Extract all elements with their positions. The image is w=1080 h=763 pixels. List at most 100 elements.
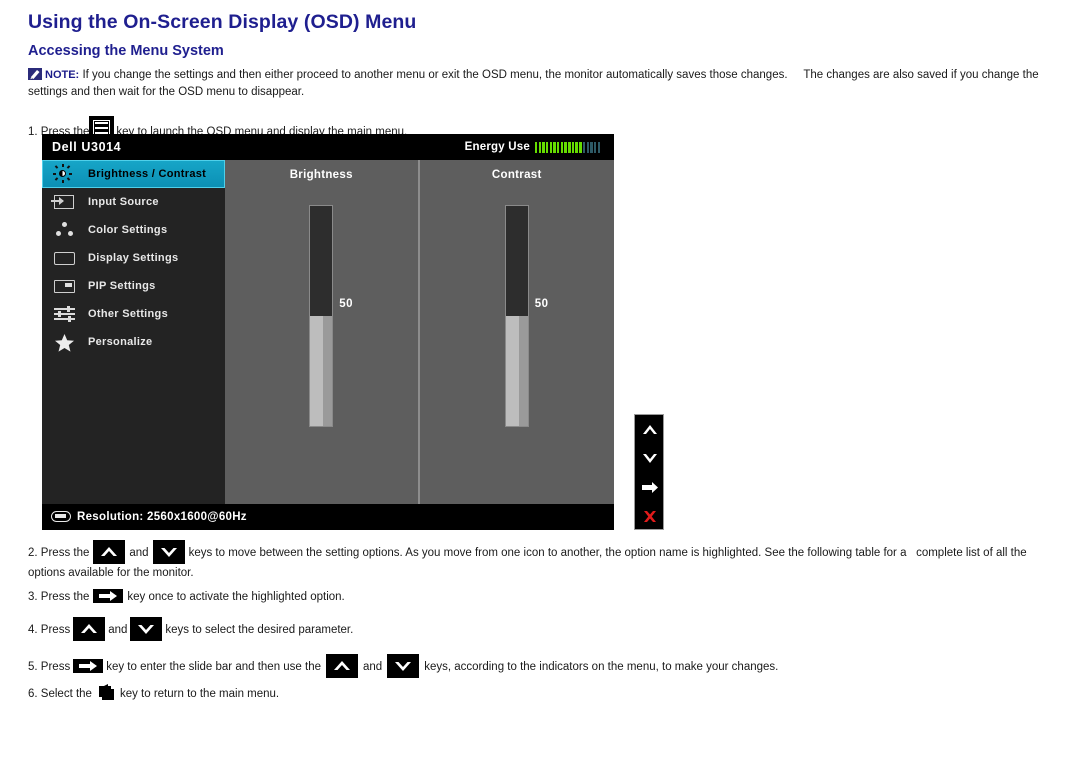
right-arrow-key-icon: [93, 589, 124, 603]
brightness-pane[interactable]: Brightness 50: [225, 160, 420, 504]
step-2-number: 2.: [28, 547, 38, 559]
up-arrow-icon[interactable]: [635, 415, 663, 444]
contrast-slider-fill: [505, 316, 528, 426]
contrast-slider[interactable]: 50: [504, 205, 548, 427]
step-4-before: Press: [40, 624, 71, 636]
down-arrow-key-icon: [152, 540, 185, 564]
step-5-before: Press: [40, 661, 71, 673]
energy-bar-lit: [568, 141, 571, 153]
step-6-number: 6.: [28, 688, 38, 700]
step-2: 2. Press the and keys to move between the …: [28, 540, 1027, 581]
step-2-after2: complete list of all the: [916, 547, 1027, 559]
energy-bar-unlit: [597, 141, 600, 153]
pip-settings-icon: [54, 280, 75, 293]
page-title: Using the On-Screen Display (OSD) Menu: [28, 11, 417, 33]
osd-title-bar: Dell U3014 Energy Use: [42, 134, 614, 160]
up-arrow-key-icon: [93, 540, 126, 564]
osd-footer: Resolution: 2560x1600@60Hz: [42, 504, 614, 530]
right-arrow-key-icon: [73, 659, 104, 673]
step-3-after: key once to activate the highlighted opt…: [127, 591, 345, 603]
energy-bar-lit: [575, 141, 578, 153]
color-settings-icon: [55, 222, 75, 238]
step-3: 3. Press the key once to activate the hig…: [28, 589, 345, 605]
up-arrow-key-icon: [73, 617, 106, 641]
brightness-slider[interactable]: 50: [309, 205, 353, 427]
osd-menu-item-label: Color Settings: [88, 224, 168, 236]
osd-menu-item-icon: [42, 188, 88, 216]
energy-bar-lit: [579, 141, 582, 153]
osd-menu-item-label: Other Settings: [88, 308, 168, 320]
osd-menu-panel[interactable]: Dell U3014 Energy Use Brightness / Contr…: [42, 134, 614, 530]
osd-menu-item-label: Personalize: [88, 336, 153, 348]
osd-content-area: Brightness 50 Contrast 50: [225, 160, 614, 504]
up-arrow-key-icon: [326, 654, 359, 678]
step-5-mid1: key to enter the slide bar and then use …: [106, 661, 322, 673]
energy-bar-lit: [549, 141, 553, 153]
osd-model-label: Dell U3014: [52, 140, 122, 154]
note-text-1: If you change the settings and then eith…: [82, 69, 788, 81]
note-pencil-icon: [28, 68, 42, 80]
brightness-title: Brightness: [289, 169, 353, 181]
right-arrow-icon[interactable]: [635, 473, 663, 502]
down-arrow-icon[interactable]: [635, 444, 663, 473]
energy-bar-lit: [557, 141, 560, 153]
step-4-mid: and: [108, 624, 128, 636]
osd-menu-item-other-settings[interactable]: Other Settings: [42, 300, 225, 328]
osd-sidebar[interactable]: Brightness / Contrast Input Source Color S…: [42, 160, 225, 504]
osd-menu-item-input-source[interactable]: Input Source: [42, 188, 225, 216]
energy-use-label: Energy Use: [464, 141, 530, 153]
energy-bar-lit: [545, 141, 549, 153]
energy-bar-lit: [534, 141, 538, 153]
osd-nav-key-column[interactable]: [634, 414, 664, 530]
energy-bar-unlit: [593, 141, 597, 153]
energy-bar-lit: [560, 141, 564, 153]
osd-menu-item-label: Input Source: [88, 196, 159, 208]
osd-menu-item-color-settings[interactable]: Color Settings: [42, 216, 225, 244]
osd-menu-item-label: Display Settings: [88, 252, 179, 264]
step-2-mid: and: [129, 547, 149, 559]
osd-menu-item-brightness-contrast[interactable]: Brightness / Contrast: [42, 160, 225, 188]
osd-menu-item-label: Brightness / Contrast: [88, 168, 207, 180]
energy-use-bars: [534, 141, 600, 153]
osd-body: Brightness / Contrast Input Source Color S…: [42, 160, 614, 504]
brightness-contrast-icon: [53, 164, 72, 183]
osd-menu-item-icon: [42, 160, 88, 188]
step-6: 6. Select the key to return to the main m…: [28, 683, 279, 703]
step-6-after: key to return to the main menu.: [119, 688, 280, 700]
osd-menu-item-icon: [42, 244, 88, 272]
energy-bar-lit: [538, 141, 541, 153]
energy-use-indicator: Energy Use: [465, 134, 600, 160]
note-text-line2: settings and then wait for the OSD menu …: [28, 86, 305, 98]
close-x-icon[interactable]: [635, 502, 663, 531]
osd-menu-item-icon: [42, 328, 88, 356]
step-3-number: 3.: [28, 591, 38, 603]
back-key-icon: [95, 683, 117, 703]
display-settings-icon: [54, 252, 75, 265]
brightness-value: 50: [339, 298, 354, 310]
contrast-pane[interactable]: Contrast 50: [420, 160, 615, 504]
step-5-after: keys, according to the indicators on the…: [424, 661, 779, 673]
step-3-before: Press the: [40, 591, 90, 603]
osd-menu-item-display-settings[interactable]: Display Settings: [42, 244, 225, 272]
note-label: NOTE:: [45, 69, 80, 81]
osd-menu-item-label: PIP Settings: [88, 280, 156, 292]
step-2-line2: options available for the monitor.: [28, 567, 194, 579]
step-4-number: 4.: [28, 624, 38, 636]
osd-menu-item-pip-settings[interactable]: PIP Settings: [42, 272, 225, 300]
resolution-icon: [51, 511, 71, 522]
contrast-value: 50: [534, 298, 549, 310]
note-block: NOTE: If you change the settings and the…: [28, 68, 1058, 100]
osd-menu-item-personalize[interactable]: Personalize: [42, 328, 225, 356]
energy-bar-unlit: [582, 141, 586, 153]
section-title: Accessing the Menu System: [28, 43, 224, 59]
brightness-slider-fill: [310, 316, 333, 426]
osd-menu-item-icon: [42, 272, 88, 300]
step-5: 5. Press key to enter the slide bar and t…: [28, 654, 778, 678]
energy-bar-lit: [542, 141, 545, 153]
osd-menu-item-icon: [42, 300, 88, 328]
energy-bar-unlit: [590, 141, 593, 153]
down-arrow-key-icon: [387, 654, 420, 678]
energy-bar-unlit: [586, 141, 589, 153]
step-4-after: keys to select the desired parameter.: [165, 624, 354, 636]
step-6-before: Select the: [40, 688, 92, 700]
